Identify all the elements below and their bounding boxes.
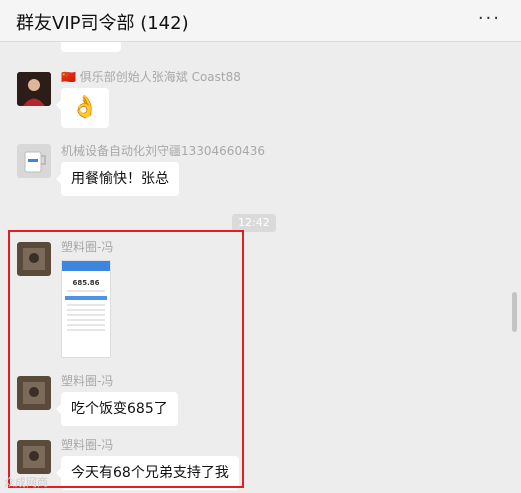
avatar-club-founder[interactable]: [17, 72, 51, 106]
highlight-box: [8, 230, 244, 488]
scrollbar-thumb[interactable]: [512, 292, 517, 332]
sender-name: 机械设备自动化刘守疆13304660436: [61, 144, 265, 158]
mug-icon: [17, 144, 51, 178]
message-bubble-partial: [61, 42, 121, 52]
chat-title: 群友VIP司令部 (142): [16, 13, 189, 34]
avatar-image: [17, 72, 51, 106]
message-bubble[interactable]: 用餐愉快！张总: [56, 162, 179, 196]
chat-header: 群友VIP司令部 (142) ···: [0, 0, 521, 42]
avatar-machinery[interactable]: [17, 144, 51, 178]
watermark-text: 众成网商: [4, 476, 48, 489]
more-options-icon[interactable]: ···: [478, 8, 501, 29]
ok-hand-emoji: 👌: [71, 95, 99, 120]
sender-name: 🇨🇳 俱乐部创始人张海斌 Coast88: [61, 70, 241, 84]
message-list[interactable]: 🇨🇳 俱乐部创始人张海斌 Coast88 👌 机械设备自动化刘守疆1330466…: [0, 42, 521, 493]
message-bubble[interactable]: 👌: [56, 88, 109, 128]
